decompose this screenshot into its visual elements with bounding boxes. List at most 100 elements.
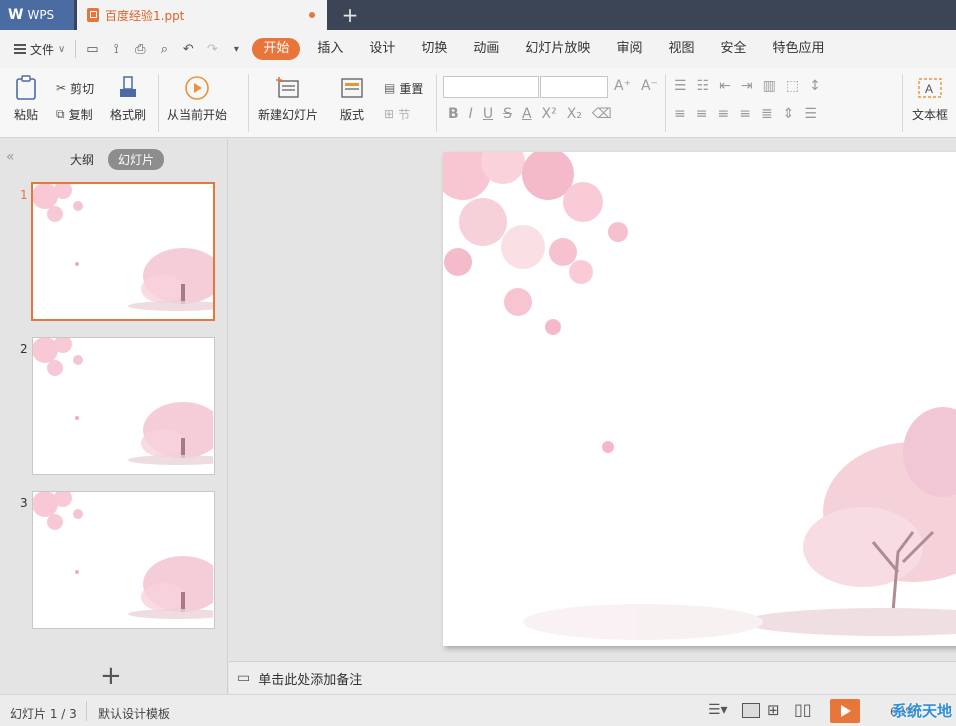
font-color-icon[interactable]: A <box>522 106 532 122</box>
document-tab-label: 百度经验1.ppt <box>105 8 185 23</box>
chevron-down-icon: ∨ <box>58 43 66 55</box>
normal-view-icon[interactable] <box>742 703 760 718</box>
strikethrough-icon[interactable]: S <box>503 106 512 122</box>
hamburger-icon <box>14 44 26 54</box>
increase-indent-icon[interactable]: ⇥ <box>741 78 753 94</box>
reading-view-icon[interactable]: ▯▯ <box>794 700 812 719</box>
customize-icon[interactable]: ▾ <box>228 41 244 57</box>
columns-icon[interactable]: ▥ <box>763 78 776 94</box>
cut-label: 剪切 <box>70 81 95 96</box>
clipboard-icon <box>12 74 40 102</box>
divider <box>158 74 159 132</box>
new-slide-label: 新建幻灯片 <box>258 108 319 122</box>
divider <box>86 701 87 721</box>
tab-slides[interactable]: 幻灯片 <box>108 149 165 170</box>
tab-transitions[interactable]: 切换 <box>408 38 460 60</box>
from-current-button[interactable]: 从当前开始 <box>167 74 227 123</box>
text-direction-icon[interactable]: ⬚ <box>786 78 799 94</box>
tab-home[interactable]: 开始 <box>252 38 301 60</box>
brush-icon <box>114 74 142 102</box>
eraser-icon[interactable]: ⌫ <box>592 106 612 122</box>
format-painter-label: 格式刷 <box>110 108 147 122</box>
align-left-icon[interactable]: ≡ <box>674 106 686 122</box>
notes-pane[interactable]: ▭ 单击此处添加备注 <box>229 661 956 694</box>
decrease-indent-icon[interactable]: ⇤ <box>719 78 731 94</box>
export-icon[interactable]: ⟟ <box>108 41 124 57</box>
line-spacing-icon[interactable]: ↕ <box>809 78 821 94</box>
bold-icon[interactable]: B <box>448 106 459 122</box>
underline-icon[interactable]: U <box>483 106 493 122</box>
slide-sorter-icon[interactable]: ⊞ <box>767 701 780 719</box>
print-icon[interactable]: ⎙ <box>132 41 148 57</box>
font-name-select[interactable] <box>443 76 539 98</box>
bullets-icon[interactable]: ☰ <box>674 78 687 94</box>
save-icon[interactable]: ▭ <box>84 41 100 57</box>
layout-icon <box>338 74 366 102</box>
tab-animations[interactable]: 动画 <box>460 38 512 60</box>
tab-outline[interactable]: 大纲 <box>70 151 94 168</box>
justify-icon[interactable]: ≡ <box>739 106 751 122</box>
decrease-font-icon[interactable]: A⁻ <box>641 78 658 94</box>
tab-design[interactable]: 设计 <box>356 38 408 60</box>
textbox-label: 文本框 <box>912 108 949 122</box>
slide-number: 3 <box>20 496 28 510</box>
reset-button[interactable]: ▤ 重置 <box>384 78 423 98</box>
slide-thumbnail[interactable] <box>32 491 215 629</box>
align-right-icon[interactable]: ≡ <box>717 106 729 122</box>
slide-thumbnail[interactable] <box>32 337 215 475</box>
tab-security[interactable]: 安全 <box>707 38 759 60</box>
current-slide[interactable] <box>435 140 956 646</box>
notes-placeholder: 单击此处添加备注 <box>258 672 363 688</box>
increase-font-icon[interactable]: A⁺ <box>614 78 631 94</box>
tab-review[interactable]: 审阅 <box>603 38 655 60</box>
distribute-icon[interactable]: ≣ <box>761 106 773 122</box>
new-tab-button[interactable]: + <box>338 3 362 27</box>
collapse-panel-icon[interactable]: « <box>6 149 15 165</box>
cut-button[interactable]: ✂ 剪切 <box>56 78 94 98</box>
superscript-icon[interactable]: X² <box>542 106 557 122</box>
copy-button[interactable]: ⧉ 复制 <box>56 104 94 124</box>
new-slide-icon <box>274 74 302 102</box>
tab-view[interactable]: 视图 <box>655 38 707 60</box>
ppt-file-icon <box>87 8 99 22</box>
tab-slideshow[interactable]: 幻灯片放映 <box>512 38 603 60</box>
divider <box>665 74 666 132</box>
section-icon: ⊞ <box>384 107 395 121</box>
tab-special[interactable]: 特色应用 <box>759 38 837 60</box>
divider <box>436 74 437 132</box>
sakura-slide-image <box>435 140 956 640</box>
slide-thumbnail[interactable] <box>31 182 215 321</box>
numbering-icon[interactable]: ☷ <box>697 78 710 94</box>
theme-name[interactable]: 默认设计模板 <box>98 705 170 722</box>
document-tab[interactable]: 百度经验1.ppt <box>77 0 327 30</box>
sakura-thumbnail-image <box>33 492 214 619</box>
file-menu[interactable]: 文件 ∨ <box>0 37 75 61</box>
layout-button[interactable]: 版式 <box>338 74 366 123</box>
wps-home-tab[interactable]: W WPS <box>0 0 74 30</box>
undo-icon[interactable]: ↶ <box>180 41 196 57</box>
section-button[interactable]: ⊞ 节 <box>384 104 423 124</box>
play-slideshow-button[interactable] <box>830 699 860 723</box>
font-size-select[interactable] <box>540 76 608 98</box>
sakura-thumbnail-image <box>33 184 213 311</box>
para-spacing-icon[interactable]: ⇕ <box>783 106 795 122</box>
align-center-icon[interactable]: ≡ <box>696 106 708 122</box>
italic-icon[interactable]: I <box>469 106 473 122</box>
slide-counter: 幻灯片 1 / 3 <box>10 707 77 721</box>
textbox-button[interactable]: A 文本框 <box>912 74 948 123</box>
paste-button[interactable]: 粘贴 <box>12 74 40 123</box>
text-align-icon[interactable]: ☰ <box>804 106 817 122</box>
copy-icon: ⧉ <box>56 106 65 121</box>
preview-icon[interactable]: ⌕ <box>156 41 172 57</box>
new-slide-button[interactable]: 新建幻灯片 <box>258 74 318 123</box>
textbox-icon: A <box>916 74 944 102</box>
notes-toggle-icon[interactable]: ☰▾ <box>708 702 728 718</box>
format-painter-button[interactable]: 格式刷 <box>110 74 146 123</box>
divider <box>902 74 903 132</box>
menu-bar: 文件 ∨ ▭ ⟟ ⎙ ⌕ ↶ ↷ ▾ 开始 插入 设计 切换 动画 幻灯片放映 … <box>0 30 956 68</box>
tab-insert[interactable]: 插入 <box>304 38 356 60</box>
layout-label: 版式 <box>339 108 364 122</box>
add-slide-button[interactable]: + <box>100 661 122 691</box>
redo-icon[interactable]: ↷ <box>204 41 220 57</box>
subscript-icon[interactable]: X₂ <box>567 106 582 122</box>
